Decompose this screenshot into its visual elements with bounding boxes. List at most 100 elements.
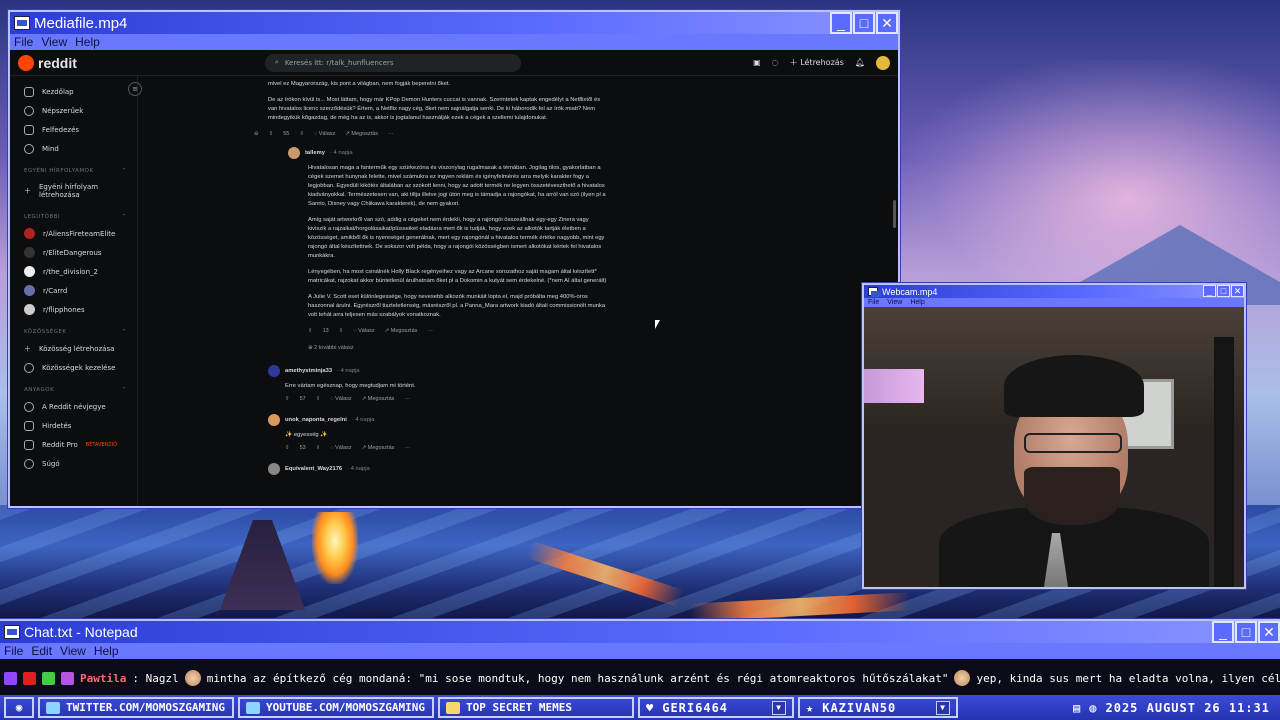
section-recent-label: LEGUTÓBBI bbox=[24, 214, 61, 220]
create-custom-feed[interactable]: ＋ Egyéni hírfolyam létrehozása bbox=[24, 178, 137, 204]
nav-home[interactable]: Kezdőlap bbox=[24, 82, 137, 101]
reply-button[interactable]: ◌ Válasz bbox=[314, 130, 335, 139]
mediafile-titlebar[interactable]: Mediafile.mp4 _ □ ✕ bbox=[10, 12, 898, 34]
menu-file[interactable]: File bbox=[14, 35, 33, 49]
comment-username[interactable]: tallemy bbox=[305, 149, 325, 158]
taskbar-item-memes[interactable]: TOP SECRET MEMES bbox=[438, 697, 634, 718]
maximize-button[interactable]: □ bbox=[1217, 285, 1230, 297]
chevron-down-icon[interactable]: ▼ bbox=[936, 700, 950, 715]
chat-icon[interactable]: ◌ bbox=[772, 58, 779, 67]
minimize-button[interactable]: _ bbox=[1212, 621, 1234, 643]
reply-button[interactable]: ◌ Válasz bbox=[330, 444, 351, 453]
upvote-icon[interactable]: ⇧ bbox=[285, 395, 290, 404]
comment-username[interactable]: unok_naponta_regelni bbox=[285, 416, 347, 425]
upvote-icon[interactable]: ⇧ bbox=[308, 327, 313, 336]
minimize-button[interactable]: _ bbox=[830, 12, 852, 34]
chat-titlebar[interactable]: Chat.txt - Notepad _ □ ✕ bbox=[0, 621, 1280, 643]
downvote-icon[interactable]: ⇩ bbox=[316, 444, 321, 453]
downvote-icon[interactable]: ⇩ bbox=[339, 327, 344, 336]
tray-network-icon[interactable]: ◍ bbox=[1089, 701, 1097, 715]
recent-item[interactable]: r/AliensFireteamElite bbox=[24, 224, 137, 243]
menu-view[interactable]: View bbox=[887, 299, 902, 306]
menu-help[interactable]: Help bbox=[75, 35, 100, 49]
reply-button[interactable]: ◌ Válasz bbox=[353, 327, 374, 336]
reddit-logo[interactable]: reddit bbox=[18, 54, 77, 71]
home-icon bbox=[24, 86, 34, 97]
avatar[interactable] bbox=[268, 463, 280, 475]
reddit-pro[interactable]: Reddit Pro BÉTAVERZIÓ bbox=[24, 435, 137, 454]
minimize-button[interactable]: _ bbox=[1203, 285, 1216, 297]
recent-item[interactable]: r/Carrd bbox=[24, 281, 137, 300]
taskbar-user-kazivan[interactable]: ★ KAZIVAN50 ▼ bbox=[798, 697, 958, 718]
more-options-icon[interactable]: ··· bbox=[427, 327, 433, 336]
reply-label: Válasz bbox=[318, 131, 336, 137]
comment-username[interactable]: amethystminja33 bbox=[285, 367, 332, 376]
create-community[interactable]: ＋ Közösség létrehozása bbox=[24, 339, 137, 358]
more-options-icon[interactable]: ··· bbox=[388, 130, 394, 139]
share-button[interactable]: ↗ Megosztás bbox=[345, 130, 378, 139]
section-resources[interactable]: ANYAGOK ⌃ bbox=[24, 387, 137, 393]
menu-view[interactable]: View bbox=[60, 644, 86, 658]
reply-button[interactable]: ◌ Válasz bbox=[330, 395, 351, 404]
advertise[interactable]: Hirdetés bbox=[24, 416, 137, 435]
maximize-button[interactable]: □ bbox=[1235, 621, 1257, 643]
nav-all[interactable]: Mind bbox=[24, 139, 137, 158]
nav-explore[interactable]: Felfedezés bbox=[24, 120, 137, 139]
comment-username[interactable]: Equivalent_Way2176 bbox=[285, 465, 342, 474]
manage-communities-label: Közösségek kezelése bbox=[42, 363, 116, 372]
recent-item[interactable]: r/the_division_2 bbox=[24, 262, 137, 281]
taskbar-item-twitter[interactable]: TWITTER.COM/MOMOSZGAMING bbox=[38, 697, 234, 718]
comment-text: De az írókon kívül is... Most láttam, ho… bbox=[268, 97, 601, 121]
recent-item[interactable]: r/EliteDangerous bbox=[24, 243, 137, 262]
menu-help[interactable]: Help bbox=[94, 644, 119, 658]
manage-communities[interactable]: Közösségek kezelése bbox=[24, 358, 137, 377]
close-button[interactable]: ✕ bbox=[1231, 285, 1244, 297]
help[interactable]: Súgó bbox=[24, 454, 137, 473]
create-button[interactable]: ＋ Létrehozás bbox=[790, 57, 844, 68]
taskbar-user-geri[interactable]: ♥ GERI6464 ▼ bbox=[638, 697, 794, 718]
nav-popular[interactable]: Népszerűek bbox=[24, 101, 137, 120]
chat-menubar: File Edit View Help bbox=[0, 643, 1280, 659]
downvote-icon[interactable]: ⇩ bbox=[299, 130, 304, 139]
section-communities[interactable]: KÖZÖSSÉGEK ⌃ bbox=[24, 329, 137, 335]
user-avatar[interactable] bbox=[876, 55, 890, 70]
reddit-search-input[interactable]: ⌕ Keresés itt: r/talk_hunfluencers bbox=[264, 53, 521, 72]
menu-view[interactable]: View bbox=[41, 35, 67, 49]
downvote-icon[interactable]: ⇩ bbox=[316, 395, 321, 404]
taskbar-item-youtube[interactable]: YOUTUBE.COM/MOMOSZGAMING bbox=[238, 697, 434, 718]
sidebar-collapse-icon[interactable]: ≡ bbox=[128, 82, 142, 96]
more-replies-link[interactable]: ⊕ 2 további válasz bbox=[308, 344, 608, 353]
advertise-icon[interactable]: ▣ bbox=[753, 58, 761, 67]
section-custom-feeds[interactable]: EGYÉNI HÍRFOLYAMOK ⌃ bbox=[24, 168, 137, 174]
section-custom-feeds-label: EGYÉNI HÍRFOLYAMOK bbox=[24, 168, 94, 174]
menu-file[interactable]: File bbox=[868, 299, 879, 306]
tray-disk-icon[interactable]: ▤ bbox=[1073, 701, 1081, 715]
menu-edit[interactable]: Edit bbox=[31, 644, 52, 658]
menu-file[interactable]: File bbox=[4, 644, 23, 658]
recent-item[interactable]: r/flipphones bbox=[24, 300, 137, 319]
webcam-titlebar[interactable]: Webcam.mp4 _ □ ✕ bbox=[864, 285, 1244, 298]
chevron-down-icon[interactable]: ▼ bbox=[772, 700, 786, 715]
start-button[interactable]: ◉ bbox=[4, 697, 34, 718]
avatar[interactable] bbox=[288, 147, 300, 159]
more-options-icon[interactable]: ··· bbox=[404, 395, 410, 404]
share-button[interactable]: ↗ Megosztás bbox=[385, 327, 418, 336]
more-options-icon[interactable]: ··· bbox=[404, 444, 410, 453]
maximize-button[interactable]: □ bbox=[853, 12, 875, 34]
upvote-icon[interactable]: ⇧ bbox=[285, 444, 290, 453]
upvote-icon[interactable]: ⇧ bbox=[269, 130, 274, 139]
share-button[interactable]: ↗ Megosztás bbox=[362, 395, 395, 404]
chevron-up-icon: ⌃ bbox=[121, 168, 127, 174]
mediafile-menubar: File View Help bbox=[10, 34, 898, 50]
menu-help[interactable]: Help bbox=[910, 299, 924, 306]
section-recent[interactable]: LEGUTÓBBI ⌃ bbox=[24, 214, 137, 220]
avatar[interactable] bbox=[268, 414, 280, 426]
collapse-icon[interactable]: ⊖ bbox=[254, 130, 259, 139]
close-button[interactable]: ✕ bbox=[876, 12, 898, 34]
share-button[interactable]: ↗ Megosztás bbox=[362, 444, 395, 453]
page-scrollbar[interactable] bbox=[893, 200, 896, 228]
about-reddit[interactable]: A Reddit névjegye bbox=[24, 397, 137, 416]
notification-bell-icon[interactable]: 🔔︎ bbox=[855, 58, 865, 67]
avatar[interactable] bbox=[268, 365, 280, 377]
close-button[interactable]: ✕ bbox=[1258, 621, 1280, 643]
